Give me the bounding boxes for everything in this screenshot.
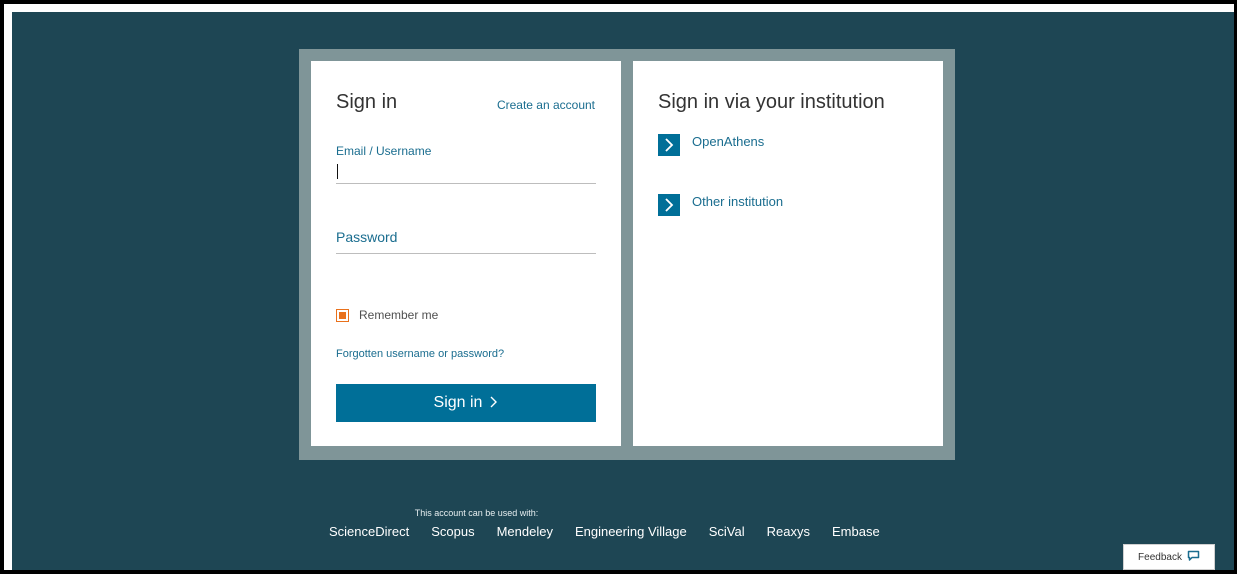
text-caret: [337, 164, 338, 179]
remember-me-label: Remember me: [359, 308, 439, 322]
product-scival[interactable]: SciVal: [709, 524, 745, 539]
product-scopus[interactable]: Scopus: [431, 524, 474, 539]
product-reaxys[interactable]: Reaxys: [767, 524, 810, 539]
institution-title: Sign in via your institution: [658, 91, 885, 113]
chevron-right-icon: [658, 194, 680, 216]
product-sciencedirect[interactable]: ScienceDirect: [329, 524, 409, 539]
product-embase[interactable]: Embase: [832, 524, 880, 539]
product-engineering-village[interactable]: Engineering Village: [575, 524, 687, 539]
password-input[interactable]: [336, 231, 596, 254]
create-account-link[interactable]: Create an account: [497, 98, 595, 112]
institution-card: Sign in via your institution OpenAthens …: [633, 61, 943, 446]
product-list: ScienceDirect Scopus Mendeley Engineerin…: [329, 524, 902, 539]
signin-button-label: Sign in: [433, 394, 483, 411]
checkbox-checked-mark: [339, 311, 346, 319]
feedback-label: Feedback: [1138, 551, 1182, 563]
footer-note: This account can be used with:: [414, 508, 539, 518]
institution-option-openathens[interactable]: OpenAthens: [658, 134, 764, 156]
forgot-password-link[interactable]: Forgotten username or password?: [336, 348, 504, 360]
speech-bubble-icon: [1187, 550, 1200, 565]
chevron-right-icon: [658, 134, 680, 156]
signin-button[interactable]: Sign in: [336, 384, 596, 422]
signin-title: Sign in: [336, 91, 398, 113]
window-frame: Sign in Create an account Email / Userna…: [0, 0, 1237, 574]
institution-option-other[interactable]: Other institution: [658, 194, 783, 216]
institution-option-label: OpenAthens: [692, 133, 765, 149]
checkbox-icon[interactable]: [336, 308, 349, 322]
page-background: Sign in Create an account Email / Userna…: [12, 12, 1234, 570]
chevron-right-icon: [490, 395, 498, 411]
signin-panel: Sign in Create an account Email / Userna…: [299, 49, 955, 460]
email-label: Email / Username: [336, 144, 432, 158]
institution-option-label: Other institution: [692, 193, 784, 209]
feedback-button[interactable]: Feedback: [1123, 544, 1215, 570]
remember-me-checkbox[interactable]: Remember me: [336, 308, 438, 322]
signin-card: Sign in Create an account Email / Userna…: [311, 61, 621, 446]
email-input[interactable]: [336, 161, 596, 184]
product-mendeley[interactable]: Mendeley: [497, 524, 553, 539]
